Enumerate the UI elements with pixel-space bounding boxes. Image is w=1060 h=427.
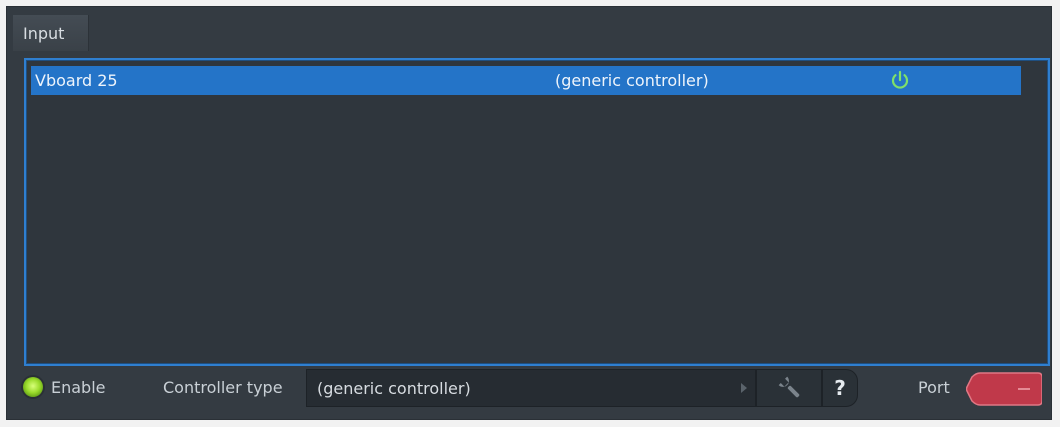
device-name: Vboard 25: [35, 71, 118, 90]
enable-led-icon[interactable]: [23, 377, 43, 397]
help-button[interactable]: ?: [822, 369, 858, 407]
device-controller-type: (generic controller): [555, 71, 709, 90]
controller-type-select[interactable]: (generic controller): [306, 369, 756, 407]
input-section-title: Input: [23, 24, 65, 43]
input-options-bar: Enable Controller type (generic controll…: [6, 364, 1052, 420]
enable-label: Enable: [51, 378, 106, 397]
power-icon[interactable]: [889, 69, 911, 91]
controller-type-label: Controller type: [163, 378, 283, 397]
controller-type-value: (generic controller): [317, 379, 471, 398]
input-section-tab: Input: [13, 15, 89, 51]
midi-settings-panel: Input Vboard 25 (generic controller): [6, 6, 1052, 420]
port-label: Port: [918, 378, 950, 397]
dropdown-arrow-icon: [741, 383, 747, 393]
wrench-icon: [778, 376, 800, 398]
controller-settings-button[interactable]: [756, 369, 822, 407]
input-device-list[interactable]: Vboard 25 (generic controller): [24, 58, 1050, 366]
port-selector[interactable]: [966, 371, 1042, 407]
device-row-vboard-25[interactable]: Vboard 25 (generic controller): [31, 66, 1021, 95]
